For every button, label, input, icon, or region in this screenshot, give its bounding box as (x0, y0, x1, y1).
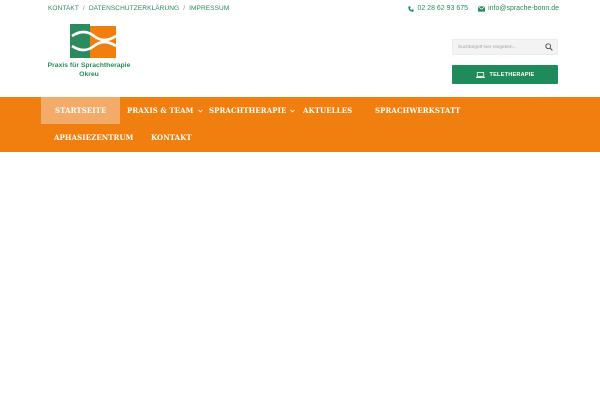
contact-info: 02 28 62 93 675 info@sprache-bonn.de (408, 5, 559, 12)
teletherapie-label: TELETHERAPIE (489, 71, 535, 78)
nav-label: PRAXIS & TEAM (127, 106, 194, 115)
top-links: KONTAKT / DATENSCHUTZERKLÄRUNG / IMPRESSUM (48, 5, 229, 12)
logo-line-2: Okreu (79, 70, 99, 78)
teletherapie-button[interactable]: TELETHERAPIE (452, 65, 558, 84)
site-logo[interactable]: Praxis für Sprachtherapie Okreu (46, 24, 132, 86)
nav-item-kontakt[interactable]: KONTAKT (151, 124, 192, 151)
main-navigation: STARTSEITE PRAXIS & TEAM SPRACHTHERAPIE … (0, 97, 600, 152)
nav-label: AKTUELLES (303, 106, 353, 115)
logo-text: Praxis für Sprachtherapie Okreu (46, 62, 132, 79)
top-link-datenschutz[interactable]: DATENSCHUTZERKLÄRUNG (89, 5, 179, 12)
nav-label: SPRACHTHERAPIE (209, 106, 287, 115)
search-input[interactable] (453, 44, 541, 50)
search-icon[interactable] (545, 43, 553, 51)
search-box (452, 39, 558, 55)
nav-item-sprachtherapie[interactable]: SPRACHTHERAPIE (209, 97, 296, 124)
top-link-separator: / (82, 5, 85, 12)
nav-item-startseite[interactable]: STARTSEITE (41, 97, 121, 124)
email-address: info@sprache-bonn.de (488, 5, 559, 12)
phone-icon (408, 5, 415, 12)
nav-item-aphasiezentrum[interactable]: APHASIEZENTRUM (54, 124, 134, 151)
top-link-separator: / (183, 5, 186, 12)
nav-item-aktuelles[interactable]: AKTUELLES (303, 97, 352, 124)
nav-label: KONTAKT (151, 133, 192, 142)
chevron-down-icon (197, 109, 203, 112)
nav-item-praxis-team[interactable]: PRAXIS & TEAM (127, 97, 203, 124)
email-contact[interactable]: info@sprache-bonn.de (478, 5, 559, 12)
nav-label: STARTSEITE (55, 106, 107, 115)
logo-line-1: Praxis für Sprachtherapie (47, 62, 131, 69)
laptop-icon (475, 71, 485, 78)
phone-contact[interactable]: 02 28 62 93 675 (408, 5, 468, 12)
top-link-kontakt[interactable]: KONTAKT (48, 5, 79, 12)
nav-item-sprachwerkstatt[interactable]: SPRACHWERKSTATT (375, 97, 460, 124)
envelope-icon (478, 5, 486, 12)
nav-label: SPRACHWERKSTATT (375, 106, 461, 115)
chevron-down-icon (290, 109, 296, 112)
top-link-impressum[interactable]: IMPRESSUM (189, 5, 229, 12)
top-bar: KONTAKT / DATENSCHUTZERKLÄRUNG / IMPRESSUM 0… (0, 0, 600, 20)
phone-number: 02 28 62 93 675 (417, 5, 469, 12)
logo-mark-icon (70, 24, 117, 58)
nav-label: APHASIEZENTRUM (54, 133, 134, 142)
